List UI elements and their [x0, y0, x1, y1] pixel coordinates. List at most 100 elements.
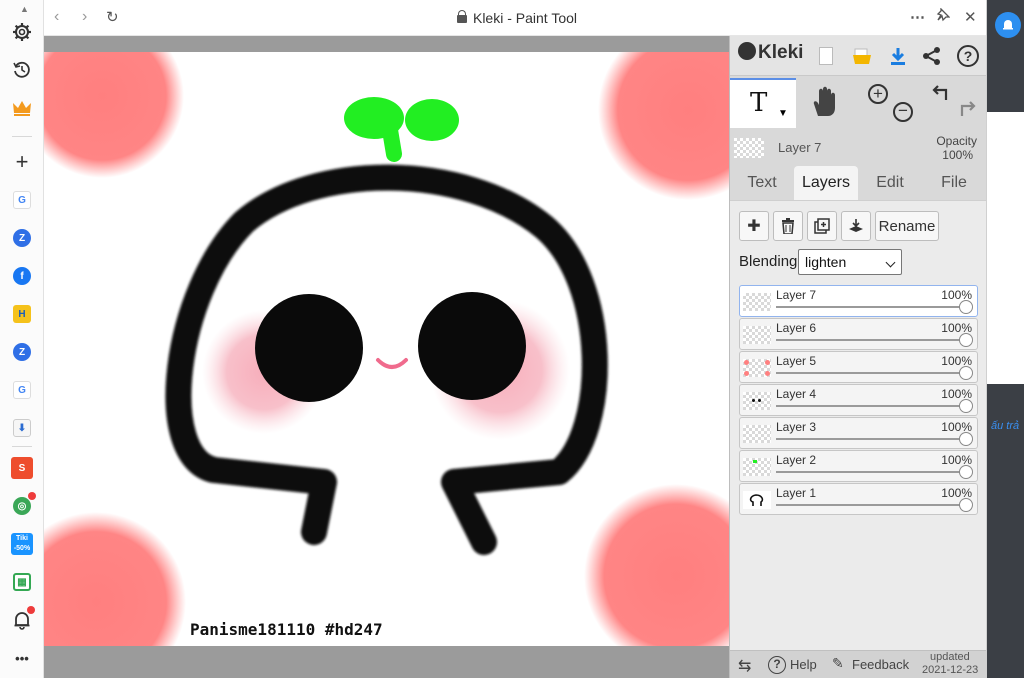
duplicate-icon	[814, 218, 830, 234]
slider-handle[interactable]	[959, 333, 973, 347]
plus-icon[interactable]: +	[10, 149, 34, 174]
bell-icon[interactable]	[10, 606, 35, 632]
more-icon[interactable]: •••	[10, 646, 34, 670]
layer-row[interactable]: Layer 5 100%	[739, 351, 978, 383]
zalo-icon[interactable]: Z	[10, 340, 34, 364]
blending-select[interactable]: lighten	[798, 249, 902, 275]
layer-row[interactable]: Layer 1 100%	[739, 483, 978, 515]
slider-handle[interactable]	[959, 432, 973, 446]
zalo-icon[interactable]: Z	[10, 226, 34, 250]
merge-down-icon	[849, 219, 863, 232]
window-title: Kleki - Paint Tool	[44, 10, 990, 26]
layer-opacity-slider[interactable]	[776, 372, 965, 374]
layer-row[interactable]: Layer 3 100%	[739, 417, 978, 449]
lock-icon	[456, 10, 467, 23]
delete-layer-button[interactable]	[773, 211, 803, 241]
swap-sides-icon[interactable]: ⇆	[738, 656, 751, 676]
layer-thumbnail	[743, 458, 771, 476]
layer-opacity-slider[interactable]	[776, 405, 965, 407]
history-icon[interactable]	[10, 58, 34, 82]
signature-text: Panisme181110 #hd247	[190, 620, 383, 639]
tiki-icon[interactable]: Tiki -50%	[10, 532, 34, 556]
sheets-icon[interactable]: ▦	[10, 570, 34, 594]
merge-layer-button[interactable]	[841, 211, 871, 241]
zoom-in-icon[interactable]: +	[868, 84, 888, 104]
layers-panel: ✚ Rename Blending lighten Layer 7 100% L…	[730, 200, 987, 650]
kleki-logo: Kleki	[738, 42, 803, 64]
google-icon[interactable]: G	[10, 188, 34, 212]
mouth	[376, 358, 408, 369]
sprout-leaf-left	[344, 97, 404, 139]
bell-icon[interactable]	[995, 12, 1021, 38]
corner-dot	[44, 512, 186, 646]
opacity-value: 100%	[942, 148, 973, 162]
divider	[12, 136, 32, 137]
tiki-discount: -50%	[13, 545, 31, 552]
add-layer-button[interactable]: ✚	[739, 211, 769, 241]
text-tool-button[interactable]: T ▼	[730, 78, 796, 128]
chrome-like-icon[interactable]: ◎	[10, 492, 36, 518]
feedback-link[interactable]: Feedback	[852, 657, 909, 672]
layer-opacity-slider[interactable]	[776, 471, 965, 473]
layer-thumbnail	[743, 425, 771, 443]
new-file-icon[interactable]	[814, 44, 838, 68]
duplicate-layer-button[interactable]	[807, 211, 837, 241]
scroll-up-icon[interactable]: ▲	[20, 4, 29, 14]
redo-icon[interactable]	[956, 100, 976, 123]
notification-badge	[27, 606, 35, 614]
slider-handle[interactable]	[959, 300, 973, 314]
crown-icon[interactable]	[10, 96, 34, 120]
background-window: ấu trả	[986, 0, 1024, 678]
gear-icon[interactable]	[10, 20, 34, 44]
slider-handle[interactable]	[959, 399, 973, 413]
google-icon[interactable]: G	[10, 378, 34, 402]
layer-row[interactable]: Layer 4 100%	[739, 384, 978, 416]
drawing-canvas[interactable]: Panisme181110 #hd247	[44, 52, 729, 646]
hand-tool-icon[interactable]	[810, 86, 840, 123]
layer-row[interactable]: Layer 2 100%	[739, 450, 978, 482]
tiki-label: Tiki	[16, 535, 28, 542]
pin-icon[interactable]	[936, 7, 951, 26]
partial-link-text[interactable]: ấu trả	[991, 420, 1019, 432]
layer-row[interactable]: Layer 7 100%	[739, 285, 978, 317]
canvas-area[interactable]: Panisme181110 #hd247	[44, 36, 729, 678]
updated-label: updated	[930, 651, 970, 663]
help-link[interactable]: Help	[790, 657, 817, 672]
divider	[12, 446, 32, 447]
updated-date: 2021-12-23	[922, 664, 979, 676]
more-options-icon[interactable]: ⋯	[910, 8, 925, 26]
background-window-footer: ấu trả	[987, 384, 1024, 678]
tab-text[interactable]: Text	[730, 166, 794, 200]
layer-opacity-slider[interactable]	[776, 438, 965, 440]
help-icon[interactable]: ?	[956, 44, 980, 68]
kleki-header: Kleki ?	[730, 36, 987, 76]
open-folder-icon[interactable]	[850, 44, 874, 68]
layer-row[interactable]: Layer 6 100%	[739, 318, 978, 350]
layer-opacity-slider[interactable]	[776, 339, 965, 341]
drawing-artwork	[44, 52, 729, 646]
close-icon[interactable]: ✕	[964, 8, 977, 26]
layer-thumbnail	[743, 392, 771, 410]
layer-opacity-slider[interactable]	[776, 306, 965, 308]
corner-dot	[584, 484, 729, 646]
eye-right	[418, 292, 526, 400]
undo-icon[interactable]	[932, 84, 952, 107]
download-icon[interactable]	[886, 44, 910, 68]
shopee-icon[interactable]: S	[10, 456, 34, 480]
feedback-icon: ✎	[832, 655, 844, 671]
tab-edit[interactable]: Edit	[858, 166, 922, 200]
download-app-icon[interactable]: ⬇	[10, 416, 34, 440]
slider-handle[interactable]	[959, 465, 973, 479]
chevron-down-icon[interactable]: ▼	[778, 108, 788, 119]
share-icon[interactable]	[920, 44, 944, 68]
h-app-icon[interactable]: H	[10, 302, 34, 326]
layer-opacity-slider[interactable]	[776, 504, 965, 506]
tab-file[interactable]: File	[922, 166, 986, 200]
help-icon[interactable]: ?	[768, 656, 786, 674]
tab-layers[interactable]: Layers	[794, 166, 858, 200]
slider-handle[interactable]	[959, 366, 973, 380]
zoom-out-icon[interactable]: −	[893, 102, 913, 122]
facebook-icon[interactable]: f	[10, 264, 34, 288]
rename-layer-button[interactable]: Rename	[875, 211, 939, 241]
slider-handle[interactable]	[959, 498, 973, 512]
